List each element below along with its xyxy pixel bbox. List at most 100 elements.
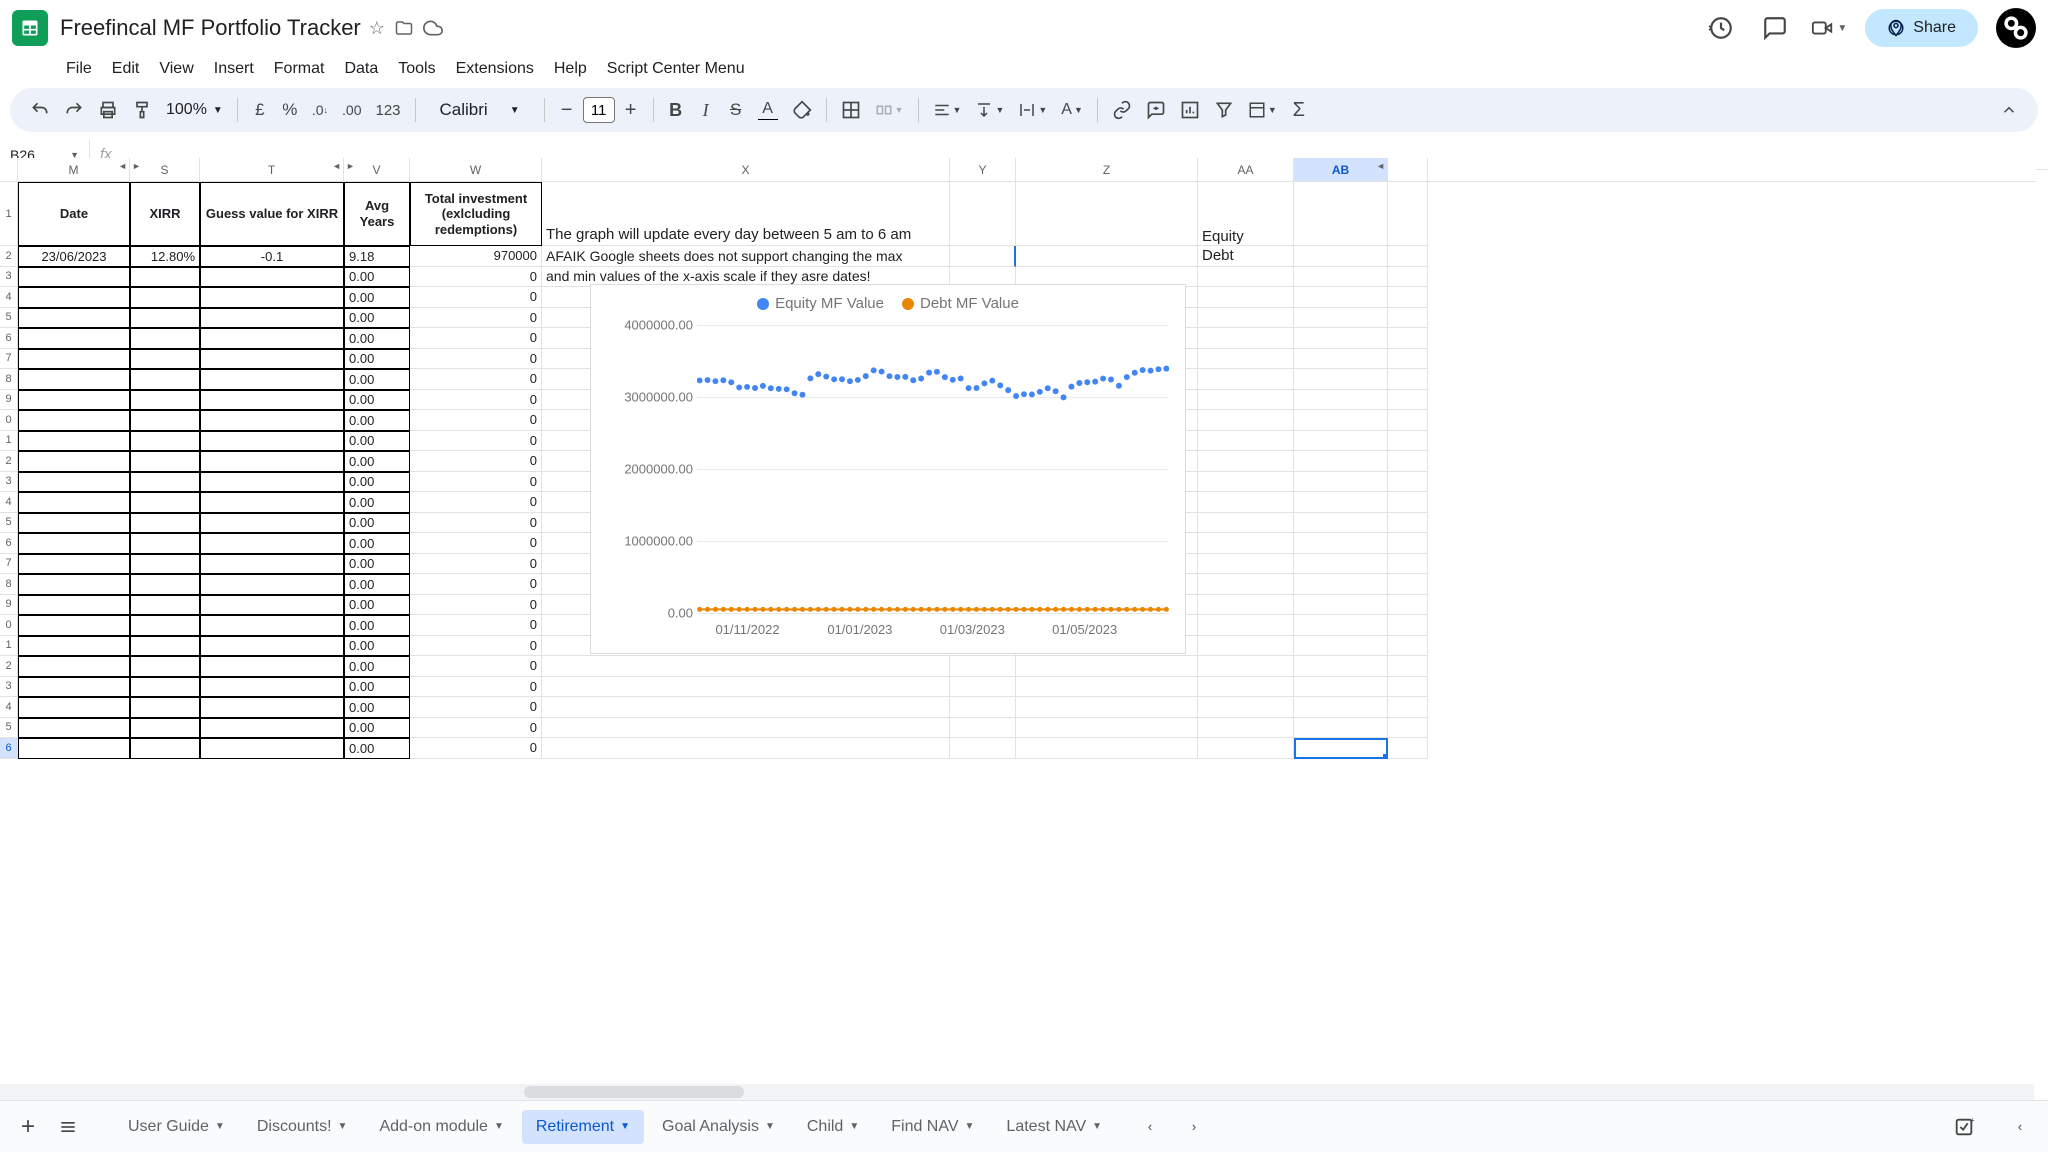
cell[interactable] <box>542 718 950 739</box>
cell[interactable]: 0 <box>410 615 542 636</box>
cell[interactable] <box>1016 677 1198 698</box>
cell[interactable] <box>1388 697 1428 718</box>
cell[interactable] <box>1294 636 1388 657</box>
spreadsheet-grid[interactable]: M◄ ►S T◄ ►V W X Y Z AA AB◄ 1DateXIRRGues… <box>0 158 2036 1094</box>
cell[interactable] <box>200 492 344 513</box>
functions-button[interactable]: Σ <box>1285 96 1313 124</box>
cell[interactable] <box>1294 574 1388 595</box>
cell[interactable] <box>18 677 130 698</box>
cell[interactable] <box>1198 410 1294 431</box>
cell[interactable]: 0 <box>410 656 542 677</box>
cell[interactable] <box>18 369 130 390</box>
cell[interactable]: 0.00 <box>344 472 410 493</box>
row-label[interactable]: 4 <box>0 287 18 308</box>
row-label[interactable]: 6 <box>0 328 18 349</box>
cell[interactable] <box>1388 369 1428 390</box>
horizontal-scrollbar[interactable] <box>0 1084 2034 1100</box>
menu-extensions[interactable]: Extensions <box>448 56 542 82</box>
cell[interactable]: 0 <box>410 533 542 554</box>
cell[interactable]: 0.00 <box>344 656 410 677</box>
cell[interactable] <box>200 308 344 329</box>
cell[interactable] <box>200 554 344 575</box>
cell[interactable] <box>1198 738 1294 759</box>
cell[interactable]: 0.00 <box>344 738 410 759</box>
col-header-W[interactable]: W <box>410 158 542 181</box>
cell[interactable] <box>1388 267 1428 288</box>
cell[interactable] <box>1198 718 1294 739</box>
cell[interactable] <box>130 451 200 472</box>
cell[interactable] <box>18 431 130 452</box>
star-icon[interactable]: ☆ <box>369 18 385 39</box>
row-label[interactable]: 4 <box>0 697 18 718</box>
link-button[interactable] <box>1106 96 1138 124</box>
menu-help[interactable]: Help <box>546 56 595 82</box>
cell[interactable] <box>1294 451 1388 472</box>
col-header-AB[interactable]: AB◄ <box>1294 158 1388 181</box>
cell[interactable] <box>130 718 200 739</box>
cell[interactable] <box>18 349 130 370</box>
cell[interactable] <box>1388 533 1428 554</box>
cell[interactable] <box>18 451 130 472</box>
row-label[interactable]: 1 <box>0 431 18 452</box>
more-formats-button[interactable]: 123 <box>369 96 406 124</box>
side-panel-toggle[interactable]: ‹ <box>2002 1109 2038 1145</box>
cell[interactable]: 0.00 <box>344 615 410 636</box>
cell[interactable] <box>1294 615 1388 636</box>
cell[interactable]: The graph will update every day between … <box>542 182 950 246</box>
row-label[interactable]: 5 <box>0 513 18 534</box>
cell[interactable] <box>1388 636 1428 657</box>
col-header-X[interactable]: X <box>542 158 950 181</box>
cell[interactable] <box>130 431 200 452</box>
cell[interactable]: 0.00 <box>344 697 410 718</box>
cell[interactable] <box>200 328 344 349</box>
cell[interactable]: 0 <box>410 595 542 616</box>
cell[interactable] <box>130 595 200 616</box>
cell[interactable] <box>1294 328 1388 349</box>
cell[interactable] <box>1388 677 1428 698</box>
cell[interactable] <box>1198 677 1294 698</box>
col-header-M[interactable]: M◄ <box>18 158 130 181</box>
cell[interactable]: 0 <box>410 513 542 534</box>
cell[interactable] <box>1388 513 1428 534</box>
cell[interactable] <box>1198 492 1294 513</box>
cell[interactable] <box>130 636 200 657</box>
cell[interactable] <box>18 554 130 575</box>
cell[interactable] <box>1294 656 1388 677</box>
cell[interactable] <box>1198 287 1294 308</box>
cell[interactable] <box>18 513 130 534</box>
cell[interactable]: 0.00 <box>344 492 410 513</box>
cell[interactable] <box>1198 472 1294 493</box>
cell[interactable]: 0.00 <box>344 390 410 411</box>
cell[interactable] <box>18 574 130 595</box>
cell[interactable] <box>200 451 344 472</box>
cell[interactable] <box>1388 287 1428 308</box>
explore-button[interactable]: + <box>1946 1109 1982 1145</box>
menu-data[interactable]: Data <box>336 56 386 82</box>
cell[interactable]: 0 <box>410 554 542 575</box>
text-color-button[interactable]: A <box>752 96 784 124</box>
percent-button[interactable]: % <box>276 96 304 124</box>
cell[interactable] <box>950 718 1016 739</box>
menu-script-center[interactable]: Script Center Menu <box>599 56 753 82</box>
cell[interactable] <box>1388 472 1428 493</box>
cell[interactable] <box>1388 718 1428 739</box>
cell[interactable] <box>1198 267 1294 288</box>
cell[interactable] <box>950 182 1016 246</box>
cell[interactable] <box>130 267 200 288</box>
cell[interactable] <box>130 738 200 759</box>
cell[interactable]: 0 <box>410 287 542 308</box>
cell[interactable]: 0.00 <box>344 267 410 288</box>
cell[interactable]: 0.00 <box>344 574 410 595</box>
cell[interactable]: 0 <box>410 492 542 513</box>
redo-button[interactable] <box>58 96 90 124</box>
cell[interactable] <box>200 574 344 595</box>
cell[interactable] <box>950 677 1016 698</box>
menu-edit[interactable]: Edit <box>104 56 148 82</box>
col-header-Z[interactable]: Z <box>1016 158 1198 181</box>
cell[interactable] <box>130 533 200 554</box>
cell[interactable]: 0 <box>410 267 542 288</box>
cell[interactable] <box>130 574 200 595</box>
cell[interactable] <box>1294 533 1388 554</box>
row-label[interactable]: 2 <box>0 246 18 267</box>
cell[interactable] <box>130 554 200 575</box>
